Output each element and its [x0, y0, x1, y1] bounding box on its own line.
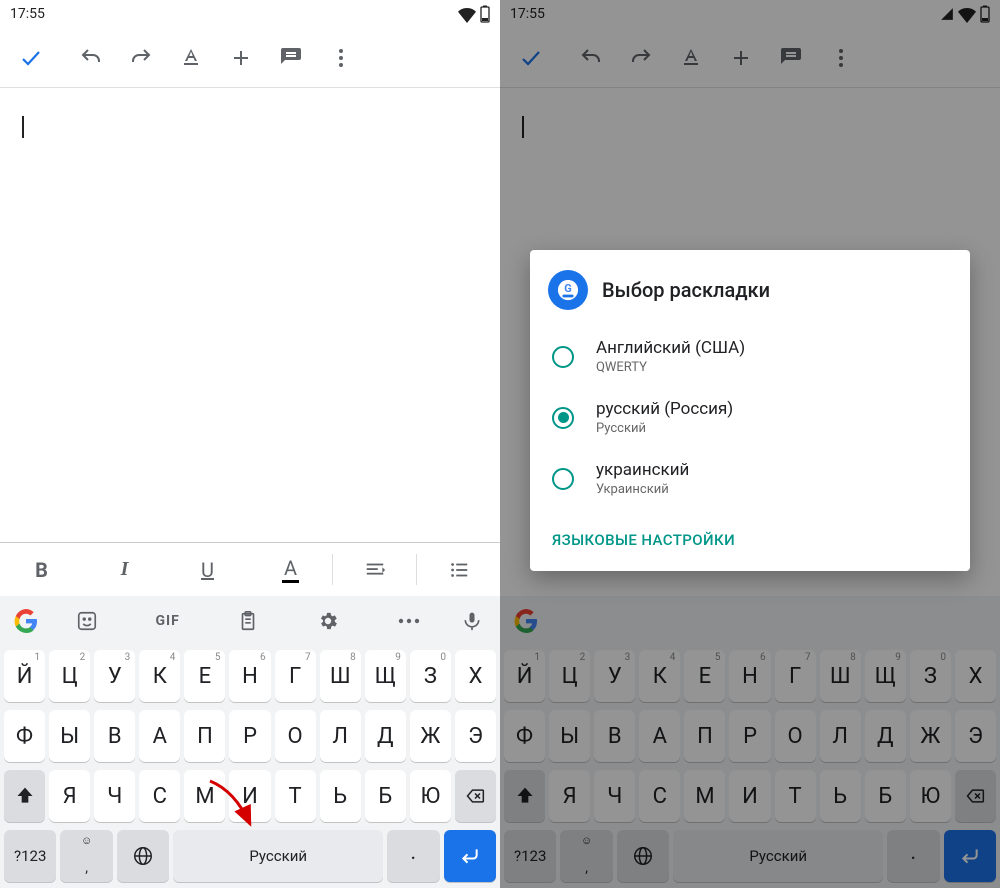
key-У[interactable]: У3 — [94, 650, 135, 702]
key-Ь[interactable]: Ь — [320, 770, 361, 822]
battery-icon — [480, 5, 490, 23]
text-color-button[interactable]: A — [249, 543, 332, 596]
key-Я[interactable]: Я — [49, 770, 90, 822]
svg-text:G: G — [564, 282, 572, 295]
dialog-title: Выбор раскладки — [602, 278, 770, 302]
key-И[interactable]: И — [229, 770, 270, 822]
key-row-1: Й1Ц2У3К4Е5Н6Г7Ш8Щ9З0Х — [4, 650, 496, 702]
format-toolbar: B I U A — [0, 542, 500, 596]
space-key[interactable]: Русский — [173, 830, 383, 882]
radio-icon — [552, 407, 574, 429]
option-sublabel: Украинский — [596, 482, 689, 497]
google-icon[interactable] — [6, 607, 46, 635]
text-format-button[interactable] — [166, 34, 216, 82]
bold-button[interactable]: B — [0, 543, 83, 596]
key-Е[interactable]: Е5 — [184, 650, 225, 702]
key-row-4: ?123 ☺ , Русский . — [4, 830, 496, 882]
keyboard: Й1Ц2У3К4Е5Н6Г7Ш8Щ9З0Х ФЫВАПРОЛДЖЭ ЯЧСМИТ… — [0, 646, 500, 888]
period-key[interactable]: . — [387, 830, 439, 882]
language-key[interactable] — [117, 830, 169, 882]
layout-option[interactable]: Английский (США) QWERTY — [548, 326, 952, 387]
more-options-button[interactable] — [370, 601, 448, 641]
key-Н[interactable]: Н6 — [229, 650, 270, 702]
key-Д[interactable]: Д — [365, 710, 406, 762]
comma-key[interactable]: ☺ , — [60, 830, 112, 882]
confirm-button[interactable] — [6, 34, 56, 82]
option-sublabel: Русский — [596, 421, 733, 436]
bullet-list-button[interactable] — [417, 543, 500, 596]
gboard-badge-icon: G — [548, 270, 588, 310]
key-О[interactable]: О — [275, 710, 316, 762]
language-settings-button[interactable]: ЯЗЫКОВЫЕ НАСТРОЙКИ — [548, 523, 952, 557]
option-label: русский (Россия) — [596, 399, 733, 419]
wifi-icon — [458, 5, 476, 23]
backspace-key[interactable] — [455, 770, 496, 822]
symbols-key[interactable]: ?123 — [4, 830, 56, 882]
key-З[interactable]: З0 — [410, 650, 451, 702]
gif-button[interactable]: GIF — [128, 601, 206, 641]
text-cursor — [22, 116, 24, 138]
option-sublabel: QWERTY — [596, 360, 745, 375]
enter-key[interactable] — [444, 830, 496, 882]
key-Ф[interactable]: Ф — [4, 710, 45, 762]
key-Э[interactable]: Э — [455, 710, 496, 762]
key-Т[interactable]: Т — [275, 770, 316, 822]
key-Ш[interactable]: Ш8 — [320, 650, 361, 702]
key-Б[interactable]: Б — [365, 770, 406, 822]
key-Р[interactable]: Р — [229, 710, 270, 762]
key-М[interactable]: М — [184, 770, 225, 822]
phone-left: 17:55 B I U — [0, 0, 500, 888]
app-bar — [0, 28, 500, 88]
option-label: Английский (США) — [596, 338, 745, 358]
settings-button[interactable] — [289, 601, 367, 641]
radio-icon — [552, 346, 574, 368]
align-button[interactable] — [333, 543, 416, 596]
clipboard-button[interactable] — [209, 601, 287, 641]
mic-button[interactable] — [450, 601, 494, 641]
key-В[interactable]: В — [94, 710, 135, 762]
phone-right: 17:55 Й1Ц2У3К4Е5Н6Г7Ш8Щ9З0Х ФЫВАПРОЛДЖЭ … — [500, 0, 1000, 888]
underline-button[interactable]: U — [166, 543, 249, 596]
sticker-button[interactable] — [48, 601, 126, 641]
key-row-3: ЯЧСМИТЬБЮ — [4, 770, 496, 822]
key-Й[interactable]: Й1 — [4, 650, 45, 702]
more-button[interactable] — [316, 34, 366, 82]
comment-button[interactable] — [266, 34, 316, 82]
key-Ы[interactable]: Ы — [49, 710, 90, 762]
italic-button[interactable]: I — [83, 543, 166, 596]
undo-button[interactable] — [66, 34, 116, 82]
key-А[interactable]: А — [139, 710, 180, 762]
key-К[interactable]: К4 — [139, 650, 180, 702]
key-Г[interactable]: Г7 — [275, 650, 316, 702]
clock: 17:55 — [10, 6, 45, 22]
shift-key[interactable] — [4, 770, 45, 822]
redo-button[interactable] — [116, 34, 166, 82]
key-Ю[interactable]: Ю — [410, 770, 451, 822]
insert-button[interactable] — [216, 34, 266, 82]
keyboard-suggest-bar: GIF — [0, 596, 500, 646]
layout-option[interactable]: русский (Россия) Русский — [548, 387, 952, 448]
key-Щ[interactable]: Щ9 — [365, 650, 406, 702]
key-Л[interactable]: Л — [320, 710, 361, 762]
key-П[interactable]: П — [184, 710, 225, 762]
status-bar: 17:55 — [0, 0, 500, 28]
key-Ц[interactable]: Ц2 — [49, 650, 90, 702]
layout-dialog: G Выбор раскладки Английский (США) QWERTY… — [530, 250, 970, 571]
key-С[interactable]: С — [139, 770, 180, 822]
key-row-2: ФЫВАПРОЛДЖЭ — [4, 710, 496, 762]
document-editor[interactable] — [0, 88, 500, 542]
key-Ч[interactable]: Ч — [94, 770, 135, 822]
option-label: украинский — [596, 460, 689, 480]
key-Ж[interactable]: Ж — [410, 710, 451, 762]
layout-option[interactable]: украинский Украинский — [548, 448, 952, 509]
radio-icon — [552, 468, 574, 490]
key-Х[interactable]: Х — [455, 650, 496, 702]
